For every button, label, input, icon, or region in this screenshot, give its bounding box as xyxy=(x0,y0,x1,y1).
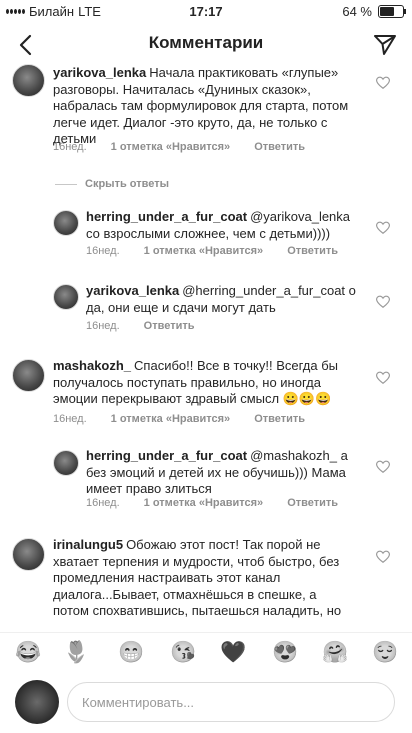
comment-time: 16нед. xyxy=(53,141,87,153)
status-bar: Билайн LTE 17:17 64 % xyxy=(0,0,412,22)
likes-count[interactable]: 1 отметка «Нравится» xyxy=(144,497,264,509)
share-button[interactable] xyxy=(370,30,400,60)
comment-meta: 16нед. 1 отметка «Нравится» Ответить xyxy=(86,497,338,509)
comment-input-placeholder: Комментировать... xyxy=(82,694,195,710)
comments-list: yarikova_lenka Начала практиковать «глупы… xyxy=(0,60,412,625)
comment-item: yarikova_lenka Начала практиковать «глупы… xyxy=(0,60,412,170)
heart-icon[interactable] xyxy=(376,371,390,385)
comment-time: 16нед. xyxy=(86,320,120,332)
comment-text: yarikova_lenka @herring_under_a_fur_coat … xyxy=(86,283,366,316)
reply-button[interactable]: Ответить xyxy=(287,497,338,509)
tears-of-joy-emoji-icon[interactable]: 😂 xyxy=(15,641,41,665)
comment-meta: 16нед. 1 отметка «Нравится» Ответить xyxy=(53,413,305,425)
heart-icon[interactable] xyxy=(376,550,390,564)
comment-text: herring_under_a_fur_coat @mashakozh_ а бе… xyxy=(86,448,371,498)
comment-meta: 16нед. 1 отметка «Нравится» Ответить xyxy=(86,245,338,257)
avatar[interactable] xyxy=(53,210,79,236)
comment-item: mashakozh_ Спасибо!! Все в точку!! Всегда… xyxy=(0,355,412,430)
grinning-emoji-icon[interactable]: 😁 xyxy=(118,641,144,665)
nav-bar: Комментарии xyxy=(0,24,412,64)
reply-button[interactable]: Ответить xyxy=(287,245,338,257)
comment-meta: 16нед. Ответить xyxy=(86,320,195,332)
hide-replies-label: Скрыть ответы xyxy=(85,178,169,190)
heart-icon[interactable] xyxy=(376,221,390,235)
avatar[interactable] xyxy=(53,450,79,476)
likes-count[interactable]: 1 отметка «Нравится» xyxy=(111,413,231,425)
reply-item: herring_under_a_fur_coat @mashakozh_ а бе… xyxy=(0,446,412,516)
reply-item: yarikova_lenka @herring_under_a_fur_coat … xyxy=(0,280,412,340)
heart-icon[interactable] xyxy=(376,76,390,90)
comment-item: irinalungu5 Обожаю этот пост! Так порой н… xyxy=(0,534,412,625)
likes-count[interactable]: 1 отметка «Нравится» xyxy=(111,141,231,153)
avatar[interactable] xyxy=(12,64,45,97)
comment-meta: 16нед. 1 отметка «Нравится» Ответить xyxy=(53,141,305,153)
reply-button[interactable]: Ответить xyxy=(254,413,305,425)
heart-icon[interactable] xyxy=(376,460,390,474)
heart-eyes-emoji-icon[interactable]: 😍 xyxy=(272,641,298,665)
reply-button[interactable]: Ответить xyxy=(144,320,195,332)
send-icon xyxy=(374,35,396,55)
reply-item: herring_under_a_fur_coat @yarikova_lenka … xyxy=(0,206,412,266)
comment-time: 16нед. xyxy=(86,497,120,509)
current-user-avatar xyxy=(15,680,59,724)
username[interactable]: irinalungu5 xyxy=(53,537,123,552)
username[interactable]: herring_under_a_fur_coat xyxy=(86,448,247,463)
heart-emoji-icon[interactable]: 🖤 xyxy=(220,641,246,665)
comment-text: yarikova_lenka Начала практиковать «глупы… xyxy=(53,65,365,148)
divider xyxy=(55,183,77,185)
relieved-emoji-icon[interactable]: 😌 xyxy=(372,641,398,665)
avatar[interactable] xyxy=(53,284,79,310)
comment-composer: Комментировать... xyxy=(0,675,412,733)
battery-percent: 64 % xyxy=(342,4,372,19)
battery-icon xyxy=(378,5,406,18)
comment-text: herring_under_a_fur_coat @yarikova_lenka … xyxy=(86,209,366,242)
hugging-emoji-icon[interactable]: 🤗 xyxy=(322,641,348,665)
comment-time: 16нед. xyxy=(53,413,87,425)
heart-icon[interactable] xyxy=(376,295,390,309)
likes-count[interactable]: 1 отметка «Нравится» xyxy=(144,245,264,257)
comment-text: irinalungu5 Обожаю этот пост! Так порой н… xyxy=(53,537,353,625)
comment-time: 16нед. xyxy=(86,245,120,257)
username[interactable]: herring_under_a_fur_coat xyxy=(86,209,247,224)
username[interactable]: yarikova_lenka xyxy=(86,283,179,298)
reply-button[interactable]: Ответить xyxy=(254,141,305,153)
kiss-emoji-icon[interactable]: 😘 xyxy=(170,641,196,665)
comment-text: mashakozh_ Спасибо!! Все в точку!! Всегда… xyxy=(53,358,353,408)
username[interactable]: yarikova_lenka xyxy=(53,65,146,80)
page-title: Комментарии xyxy=(148,33,264,52)
emoji-bar: 😂 🌷 😁 😘 🖤 😍 🤗 😌 xyxy=(0,632,412,673)
avatar[interactable] xyxy=(12,359,45,392)
username[interactable]: mashakozh_ xyxy=(53,358,131,373)
hide-replies-button[interactable]: Скрыть ответы xyxy=(55,178,169,190)
tulip-emoji-icon[interactable]: 🌷 xyxy=(63,641,89,665)
comment-input[interactable]: Комментировать... xyxy=(67,682,395,722)
avatar[interactable] xyxy=(12,538,45,571)
